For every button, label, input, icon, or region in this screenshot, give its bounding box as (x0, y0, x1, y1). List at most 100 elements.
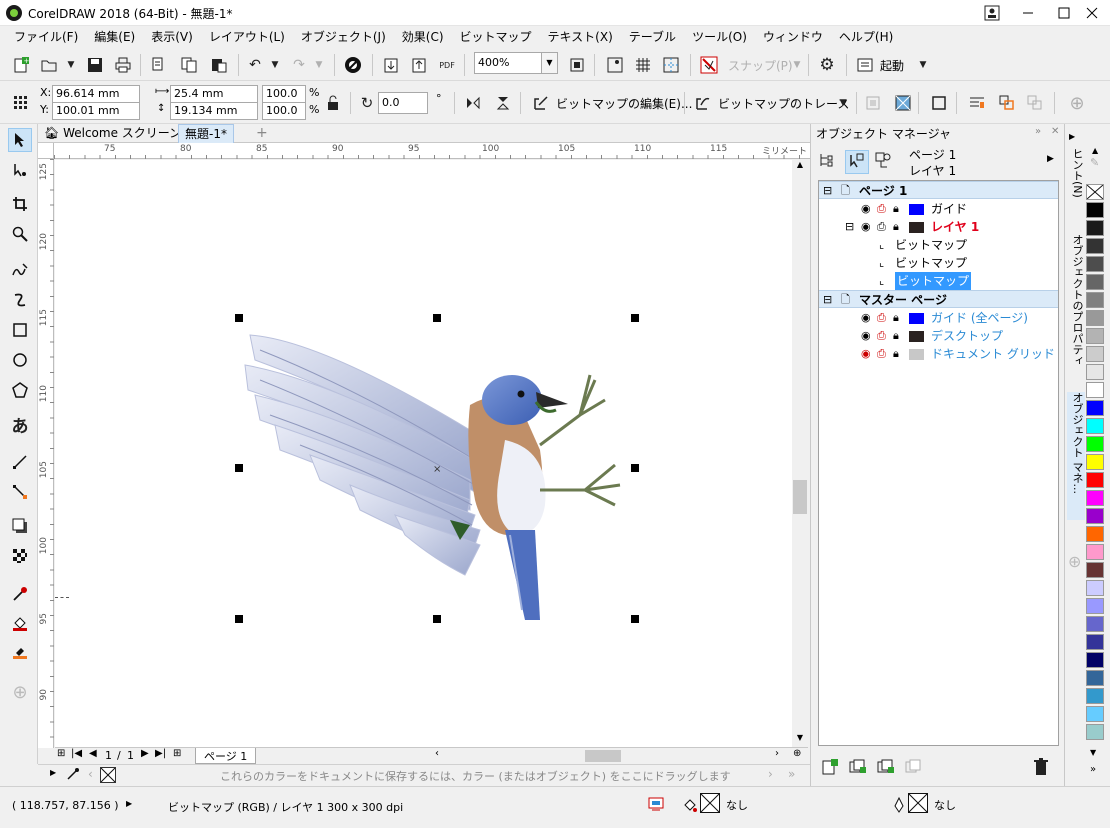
trace-dropdown-icon[interactable]: ▼ (832, 92, 854, 114)
color-swatch[interactable] (1086, 616, 1104, 632)
object-origin-icon[interactable] (10, 92, 32, 114)
launch-label[interactable]: 起動 (880, 57, 904, 74)
last-page-icon[interactable]: ▶| (155, 748, 166, 759)
shape-tool-icon[interactable] (8, 158, 32, 182)
color-swatch[interactable] (1086, 454, 1104, 470)
scroll-left-icon[interactable]: ‹ (88, 767, 93, 781)
next-page-icon[interactable]: ▶ (141, 748, 149, 759)
scroll-left-icon[interactable]: ‹ (435, 748, 439, 759)
color-swatch[interactable] (1086, 652, 1104, 668)
menu-table[interactable]: テーブル (621, 26, 684, 48)
layer-color-chip[interactable] (909, 222, 924, 233)
scroll-down-icon[interactable]: ▼ (792, 733, 808, 747)
collapse-icon[interactable]: ⊟ (845, 218, 854, 236)
width-field[interactable]: 25.4 mm (170, 85, 258, 103)
import-icon[interactable] (380, 54, 402, 76)
page-tab[interactable]: ページ 1 (195, 748, 257, 764)
smart-fill-tool-icon[interactable] (8, 640, 32, 664)
visibility-eye-icon[interactable]: ◉ (861, 218, 871, 236)
drop-shadow-tool-icon[interactable] (8, 514, 32, 538)
rotation-angle-field[interactable]: 0.0 (378, 92, 428, 114)
selection-handle[interactable] (235, 464, 243, 472)
lock-icon[interactable]: 🔒︎ (893, 345, 899, 363)
menu-file[interactable]: ファイル(F) (6, 26, 86, 48)
chevron-down-icon[interactable]: ▼ (541, 53, 557, 73)
palette-menu-icon[interactable]: ▶ (50, 768, 56, 777)
outline-none-swatch[interactable] (908, 793, 928, 813)
color-swatch[interactable] (1086, 472, 1104, 488)
tree-bitmap-item[interactable]: ⌞ ビットマップ (819, 236, 1058, 254)
selection-handle[interactable] (631, 464, 639, 472)
expand-tab-icon[interactable]: ▶ (1069, 132, 1075, 141)
no-color-swatch[interactable] (1086, 184, 1104, 200)
color-swatch[interactable] (1086, 688, 1104, 704)
previous-page-icon[interactable]: ◀ (89, 748, 97, 759)
selection-handle[interactable] (433, 314, 441, 322)
edit-bitmap-label[interactable]: ビットマップの編集(E)... (556, 95, 692, 112)
tab-hints[interactable]: ヒント(N) (1067, 148, 1085, 216)
transparency-tool-icon[interactable] (8, 544, 32, 568)
lock-icon[interactable]: 🔒︎ (893, 200, 899, 218)
color-swatch[interactable] (1086, 598, 1104, 614)
trim-icon[interactable] (1024, 92, 1046, 114)
scroll-right-icon[interactable]: › (775, 748, 779, 759)
freehand-tool-icon[interactable] (8, 258, 32, 282)
polygon-tool-icon[interactable] (8, 378, 32, 402)
printable-icon[interactable]: ⎙ (877, 345, 886, 363)
color-swatch[interactable] (1086, 328, 1104, 344)
color-swatch[interactable] (1086, 238, 1104, 254)
layer-color-chip[interactable] (909, 331, 924, 342)
color-swatch[interactable] (1086, 256, 1104, 272)
palette-scroll-down-icon[interactable]: ▼ (1090, 748, 1096, 757)
vertical-ruler[interactable]: 125 120 115 110 105 100 95 90 (38, 159, 54, 748)
docker-collapse-icon[interactable]: » (1035, 126, 1041, 137)
x-position-field[interactable]: 96.614 mm (52, 85, 140, 103)
export-icon[interactable] (408, 54, 430, 76)
scroll-right-icon[interactable]: › (768, 767, 773, 781)
visibility-eye-icon[interactable]: ◉ (861, 345, 871, 363)
new-master-layer-odd-icon[interactable] (877, 758, 895, 779)
color-swatch[interactable] (1086, 706, 1104, 722)
color-swatch[interactable] (1086, 562, 1104, 578)
zoom-navigator-icon[interactable]: ⊕ (793, 748, 801, 759)
color-swatch[interactable] (1086, 580, 1104, 596)
menu-layout[interactable]: レイアウト(L) (201, 26, 293, 48)
color-swatch[interactable] (1086, 490, 1104, 506)
open-folder-icon[interactable] (38, 54, 60, 76)
gear-icon[interactable]: ⚙ (816, 54, 838, 76)
lock-icon[interactable]: 🔒︎ (893, 218, 899, 236)
color-swatch[interactable] (1086, 292, 1104, 308)
tree-document-grid[interactable]: ◉ ⎙ 🔒︎ ドキュメント グリッド (819, 345, 1058, 363)
tree-page-1[interactable]: ⊟ 🗋︎ ページ 1 (819, 181, 1058, 199)
horizontal-ruler[interactable]: 75 80 85 90 95 100 105 110 115 ミリメートル (54, 143, 810, 170)
interactive-fill-tool-icon[interactable] (8, 612, 32, 636)
fill-bucket-icon[interactable] (682, 797, 698, 816)
snap-off-icon[interactable] (698, 54, 720, 76)
menu-tools[interactable]: ツール(O) (684, 26, 755, 48)
cut-icon[interactable] (148, 54, 170, 76)
selection-handle[interactable] (631, 615, 639, 623)
color-swatch[interactable] (1086, 382, 1104, 398)
close-button[interactable] (1074, 0, 1110, 26)
color-swatch[interactable] (1086, 508, 1104, 524)
expand-palette-icon[interactable]: » (788, 767, 795, 781)
new-master-layer-even-icon[interactable] (905, 758, 923, 779)
color-swatch[interactable] (1086, 418, 1104, 434)
first-page-icon[interactable]: |◀ (71, 748, 82, 759)
eyedropper-icon[interactable] (66, 767, 80, 784)
menu-effects[interactable]: 効果(C) (394, 26, 452, 48)
snap-dropdown-icon[interactable]: ▼ (786, 54, 808, 76)
scale-width-field[interactable]: 100.0 (262, 85, 306, 103)
launch-dropdown-icon[interactable]: ▼ (912, 54, 934, 76)
add-tool-icon[interactable]: ⊕ (8, 680, 32, 704)
color-swatch[interactable] (1086, 670, 1104, 686)
redo-dropdown-icon[interactable]: ▼ (308, 54, 330, 76)
show-object-properties-icon[interactable] (817, 150, 841, 174)
visibility-eye-icon[interactable]: ◉ (861, 200, 871, 218)
menu-window[interactable]: ウィンドウ (755, 26, 831, 48)
crop-tool-icon[interactable] (8, 192, 32, 216)
color-swatch[interactable] (1086, 220, 1104, 236)
eyedropper-tool-icon[interactable] (8, 582, 32, 606)
add-page-before-icon[interactable]: ⊞ (57, 748, 65, 759)
docker-close-icon[interactable]: ✕ (1051, 126, 1059, 137)
